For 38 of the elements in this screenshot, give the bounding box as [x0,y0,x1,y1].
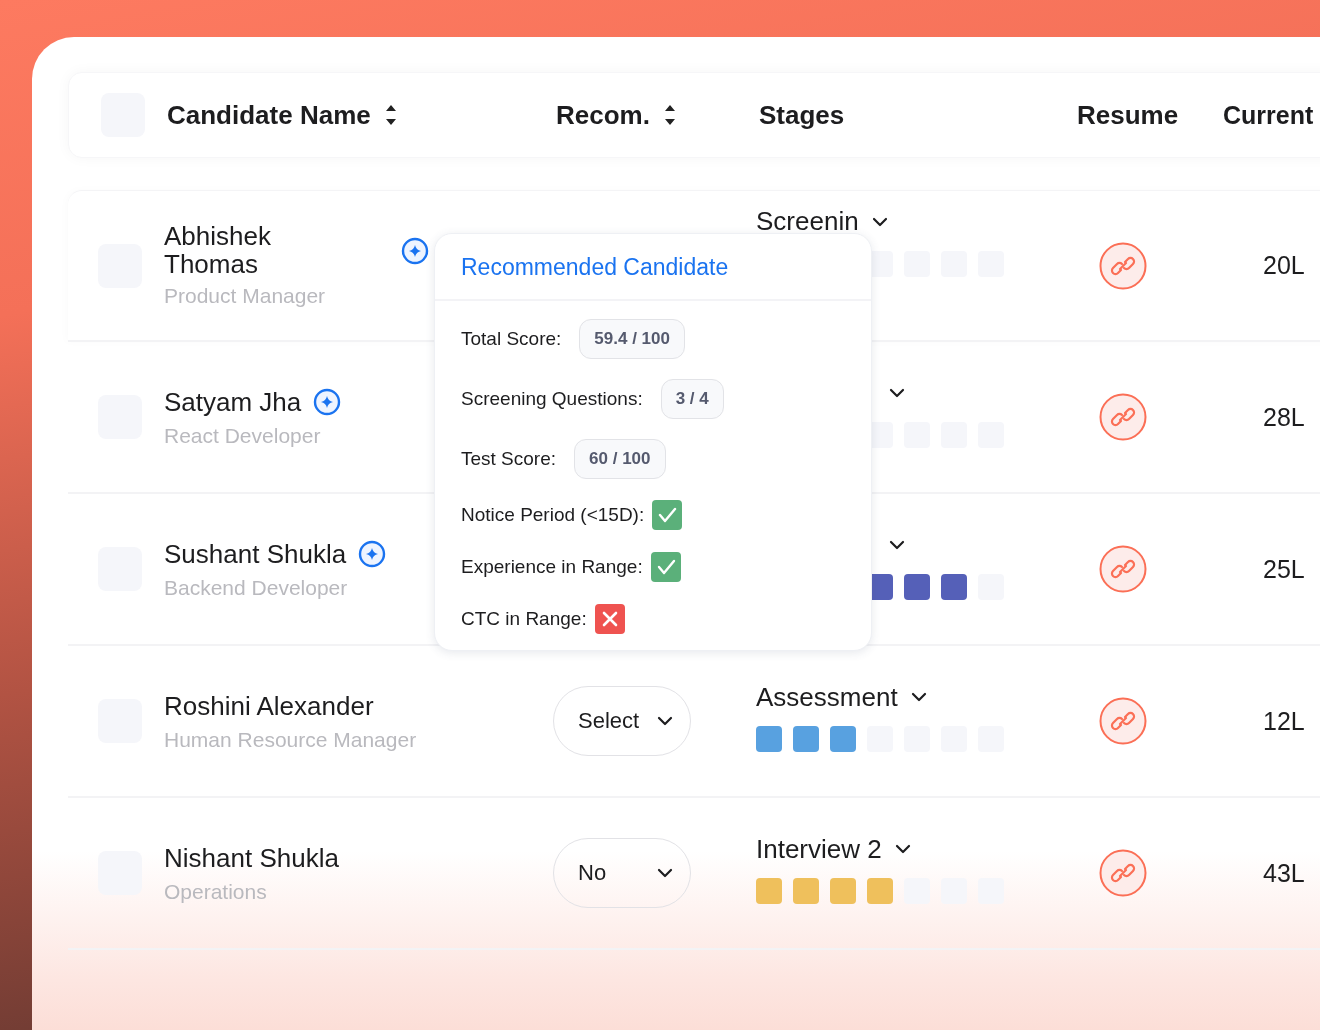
criterion-label: Experience in Range: [461,556,643,578]
criterion-label: CTC in Range: [461,608,587,630]
candidate-role: React Developer [164,423,322,448]
popover-title: Recommended Candidate [435,234,871,301]
stage-label[interactable]: Assessment [756,681,898,713]
candidate-name[interactable]: Roshini Alexander [164,690,374,722]
score-badge: 60 / 100 [574,439,666,479]
candidate-role: Human Resource Manager [164,727,418,752]
current-ctc: 25L [1263,554,1305,583]
link-icon[interactable] [1099,241,1147,290]
criterion-label: Test Score: [461,448,557,470]
link-icon[interactable] [1099,697,1147,745]
candidate-name[interactable]: Satyam Jha [164,386,302,418]
current-ctc: 12L [1263,706,1305,735]
column-header: Stages [759,99,845,131]
score-badge: 3 / 4 [660,379,724,419]
column-header: Resume [1077,99,1179,131]
link-icon[interactable] [1099,849,1147,897]
criterion-label: Total Score: [461,328,562,350]
column-header: Current [1223,100,1314,130]
candidate-role: Operations [164,879,268,904]
stage-label[interactable]: Interview 2 [756,833,882,865]
current-ctc: 28L [1263,402,1305,431]
column-header[interactable]: Candidate Name [167,99,371,131]
candidate-name[interactable]: Abhishek Thomas [164,223,294,278]
current-ctc: 20L [1263,251,1305,279]
criterion-label: Notice Period (<15D): [461,504,645,526]
score-badge: 59.4 / 100 [579,319,685,359]
candidate-role: Backend Developer [164,575,349,600]
current-ctc: 43L [1263,858,1305,887]
link-icon[interactable] [1099,393,1147,441]
candidate-name[interactable]: Sushant Shukla [164,538,347,570]
candidate-role: Product Manager [164,283,327,308]
link-icon[interactable] [1099,545,1147,593]
stage-label[interactable]: Screenin [756,206,859,237]
candidate-name[interactable]: Nishant Shukla [164,842,339,874]
criterion-label: Screening Questions: [461,388,643,410]
column-header[interactable]: Recom. [556,99,650,131]
